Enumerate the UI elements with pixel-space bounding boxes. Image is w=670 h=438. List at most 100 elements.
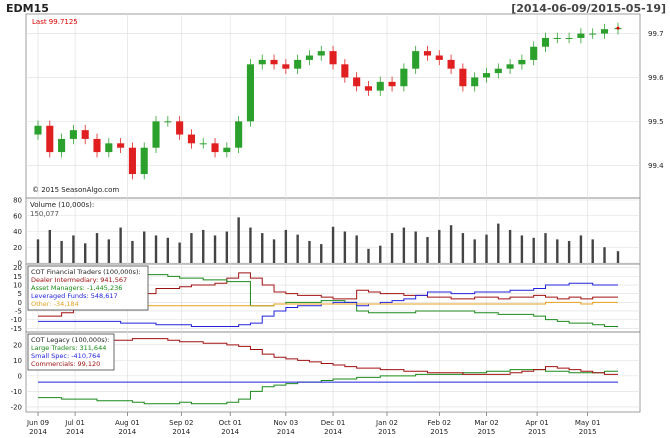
candle-body <box>81 130 89 139</box>
volume-bar <box>154 235 158 263</box>
volume-bar <box>178 242 181 263</box>
y-tick-label: 99.7 <box>648 30 664 38</box>
x-tick-label: Sep 02 <box>169 419 193 427</box>
y-tick-label: 60 <box>13 212 22 220</box>
candle-body <box>423 51 432 56</box>
y-tick-label: 0 <box>18 372 22 380</box>
volume-bar <box>84 243 87 263</box>
volume-bar <box>202 229 205 263</box>
x-tick-label: Jun 09 <box>26 419 49 427</box>
candle-body <box>494 68 502 74</box>
legend-commercials: Commercials: 99,120 <box>31 360 100 368</box>
x-tick-year: 2015 <box>430 428 448 436</box>
y-tick-label: 99.4 <box>648 162 664 170</box>
chart-canvas: EDM15 [2014-06-09/2015-05-19] Jun 092014… <box>6 2 666 436</box>
x-tick-label: Mar 02 <box>474 419 498 427</box>
volume-bar <box>60 240 63 263</box>
date-range: [2014-06-09/2015-05-19] <box>511 2 666 15</box>
volume-bar <box>119 227 122 263</box>
candle-body <box>187 134 195 144</box>
y-tick-label: 99.5 <box>648 118 664 126</box>
volume-bar <box>402 227 406 263</box>
candle-body <box>412 51 420 69</box>
y-tick-label: 0 <box>18 299 22 307</box>
candle-body <box>482 73 491 78</box>
volume-bar <box>331 226 335 263</box>
cot-legacy-lines <box>38 338 618 405</box>
volume-bar <box>520 235 524 263</box>
y-tick-label: -15 <box>11 325 22 333</box>
x-tick-label: Nov 03 <box>273 419 298 427</box>
y-tick-label: 20 <box>13 341 22 349</box>
candle-body <box>176 121 184 135</box>
grid-layer <box>26 14 640 412</box>
x-tick-year: 2014 <box>29 428 47 436</box>
y-tick-label: 20 <box>13 264 22 272</box>
candle-body <box>258 59 266 65</box>
volume-bar <box>556 239 559 263</box>
candle-body <box>211 143 219 153</box>
volume-bar <box>473 239 476 263</box>
x-tick-label: Dec 01 <box>321 419 346 427</box>
volume-bar <box>497 223 500 263</box>
y-tick-label: 15 <box>13 273 22 281</box>
candle-body <box>353 77 361 87</box>
last-price-marker <box>616 26 620 30</box>
volume-bar <box>579 235 583 263</box>
candle-body <box>282 64 290 69</box>
candle-body <box>341 64 349 78</box>
candle-body <box>140 147 148 175</box>
candle-body <box>93 138 101 153</box>
x-tick-year: 2014 <box>221 428 239 436</box>
volume-bar <box>616 251 620 263</box>
y-tick-label: 40 <box>13 228 22 236</box>
volume-bar <box>426 237 429 263</box>
volume-bar <box>343 231 347 263</box>
series-line-commercials <box>38 338 618 375</box>
candle-body <box>506 64 514 69</box>
candle-body <box>223 147 231 153</box>
volume-bar <box>367 248 370 263</box>
x-tick-year: 2014 <box>172 428 190 436</box>
volume-bar <box>107 239 111 263</box>
candle-body <box>388 81 396 87</box>
candle-body <box>152 121 160 148</box>
candle-body <box>128 147 136 175</box>
candle-body <box>246 64 254 122</box>
legend-asset-managers: Asset Managers: -1,445,236 <box>31 284 122 292</box>
cot-legacy-title: COT Legacy (100,000s): <box>31 336 109 344</box>
candle-body <box>435 55 443 60</box>
volume-bar <box>320 244 323 263</box>
volume-bar <box>485 234 488 263</box>
x-tick-year: 2014 <box>324 428 342 436</box>
candle-body <box>376 81 384 91</box>
y-tick-label: -10 <box>11 388 22 396</box>
volume-bar <box>143 231 146 263</box>
legend-dealer: Dealer Intermediary: 941,567 <box>31 276 127 284</box>
candle-body <box>541 37 550 47</box>
y-tick-label: -10 <box>11 316 22 324</box>
y-tick-label: 99.6 <box>648 74 664 82</box>
cot-legacy-legend: COT Legacy (100,000s): Large Traders: 31… <box>27 333 115 371</box>
x-tick-label: Aug 01 <box>115 419 140 427</box>
volume-bar <box>308 240 311 263</box>
volume-bar <box>249 227 252 263</box>
symbol-title: EDM15 <box>6 2 49 15</box>
volume-bar <box>272 239 276 263</box>
volume-bar <box>131 240 134 263</box>
legend-leveraged-funds: Leveraged Funds: 548,617 <box>31 292 118 300</box>
candle-body <box>459 68 467 87</box>
candle-body <box>164 121 172 123</box>
y-tick-label: 10 <box>13 357 22 365</box>
volume-bar <box>225 231 229 263</box>
volume-bar <box>449 225 453 263</box>
volume-bar <box>190 233 193 263</box>
series-line-large-traders <box>38 369 618 405</box>
candle-body <box>364 86 373 91</box>
volume-bar <box>508 229 512 263</box>
volume-bar <box>461 233 465 263</box>
candle-body <box>58 138 66 153</box>
candle-body <box>117 143 125 148</box>
cot-financial-legend: COT Financial Traders (100,000s): Dealer… <box>27 265 149 311</box>
volume-bar <box>567 240 571 263</box>
